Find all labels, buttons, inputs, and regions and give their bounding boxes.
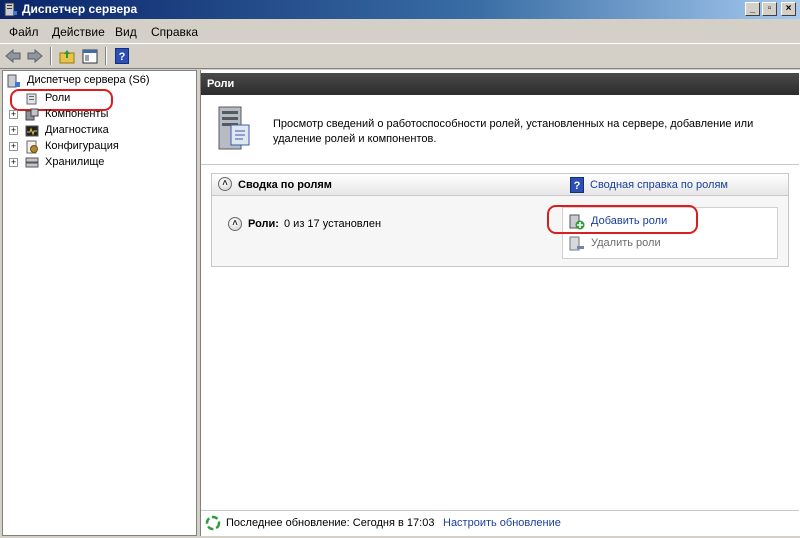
tree-item-label: Роли [45,92,71,104]
roles-summary-section: ˄ Сводка по ролям ? Сводная справка по р… [211,173,789,267]
console-tree: Диспетчер сервера (S6) Роли + Компоненты… [2,70,197,536]
menu-view[interactable]: Вид [115,25,137,39]
remove-roles-link[interactable]: Удалить роли [591,237,661,249]
menu-file[interactable]: Файл [9,25,39,39]
tree-item-features[interactable]: + Компоненты [5,107,195,123]
configuration-icon [26,140,38,154]
tree-item-label: Конфигурация [45,140,119,152]
server-icon [218,106,250,150]
menu-bar: Файл Действие Вид Справка [0,19,800,43]
close-button[interactable]: × [781,2,796,16]
server-manager-icon [7,74,20,88]
pane-title: Роли [207,78,235,90]
storage-icon [25,157,39,168]
expand-icon[interactable]: + [9,158,18,167]
tree-item-label: Диагностика [45,124,109,136]
tree-item-diagnostics[interactable]: + Диагностика [5,123,195,139]
pane-description: Просмотр сведений о работоспособности ро… [273,118,754,145]
help-button[interactable]: ? [113,47,131,65]
diagnostics-icon [25,125,39,137]
back-icon [5,49,21,63]
remove-roles-icon [569,236,584,251]
restore-button[interactable]: ▫ [762,2,777,16]
tree-item-label: Компоненты [45,108,109,120]
help-icon: ? [570,177,584,193]
collapse-icon[interactable]: ˄ [218,177,232,191]
info-banner: Просмотр сведений о работоспособности ро… [201,95,799,165]
forward-icon [27,49,43,63]
tree-item-storage[interactable]: + Хранилище [5,155,195,171]
last-update-text: Последнее обновление: Сегодня в 17:03 [226,517,435,529]
tree-root-label: Диспетчер сервера (S6) [27,74,150,86]
server-manager-icon [4,2,17,17]
tree-root[interactable]: Диспетчер сервера (S6) [5,73,195,89]
roles-label: Роли: [248,218,279,230]
back-button[interactable] [4,47,22,65]
configure-refresh-link[interactable]: Настроить обновление [443,517,561,529]
details-pane: Роли Просмотр сведений о работоспособнос… [200,70,800,536]
up-folder-icon [59,49,75,63]
menu-help[interactable]: Справка [151,25,198,39]
toolbar: ? [0,43,800,69]
expand-icon[interactable]: + [9,126,18,135]
tree-item-roles[interactable]: Роли [5,91,195,107]
roles-icon [26,93,37,105]
refresh-icon [205,515,221,531]
expand-icon[interactable]: + [9,142,18,151]
features-icon [25,108,39,121]
console-tree-button[interactable] [81,47,99,65]
status-bar: Последнее обновление: Сегодня в 17:03 На… [201,510,799,534]
collapse-icon[interactable]: ˄ [228,217,242,231]
window-title: Диспетчер сервера [22,2,138,16]
tree-item-configuration[interactable]: + Конфигурация [5,139,195,155]
section-header[interactable]: ˄ Сводка по ролям ? Сводная справка по р… [212,174,788,196]
help-icon: ? [115,48,129,64]
expand-icon[interactable]: + [9,110,18,119]
roles-help-link[interactable]: Сводная справка по ролям [590,179,728,191]
roles-count: 0 из 17 установлен [284,218,382,230]
title-bar: Диспетчер сервера _ ▫ × [0,0,800,19]
section-title: Сводка по ролям [238,179,332,191]
minimize-button[interactable]: _ [745,2,760,16]
console-tree-icon [82,49,98,63]
forward-button[interactable] [26,47,44,65]
highlight-ring [547,205,698,234]
menu-action[interactable]: Действие [52,25,105,39]
svg-text:?: ? [119,51,126,63]
tree-item-label: Хранилище [45,156,105,168]
pane-header: Роли [201,73,799,95]
up-folder-button[interactable] [58,47,76,65]
